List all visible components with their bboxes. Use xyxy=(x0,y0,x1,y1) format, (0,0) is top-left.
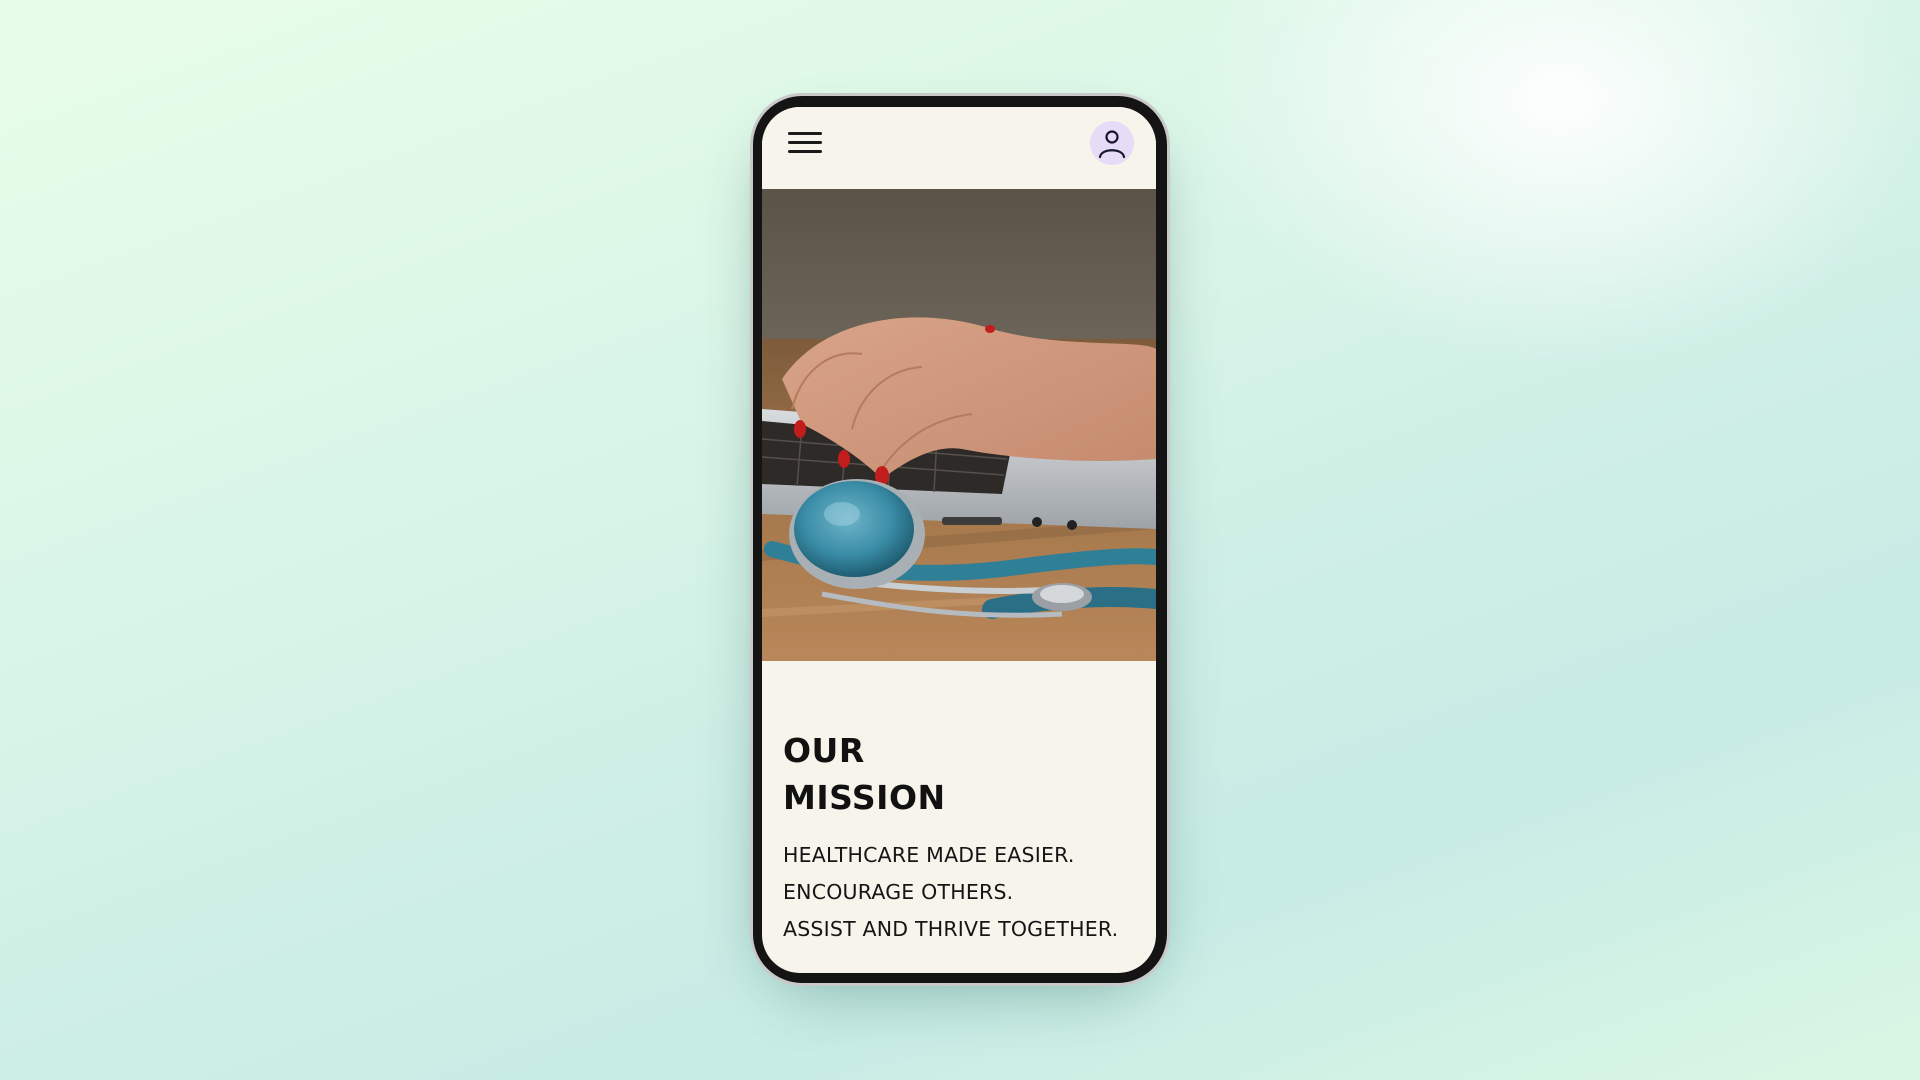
mission-line: ASSIST AND THRIVE TOGETHER. xyxy=(783,917,1119,941)
phone-screen: OUR MISSION HEALTHCARE MADE EASIER. ENCO… xyxy=(762,107,1156,973)
app-header xyxy=(762,107,1156,189)
hamburger-menu-icon[interactable] xyxy=(788,129,824,159)
mission-title: OUR MISSION xyxy=(783,727,1083,821)
mission-statement: HEALTHCARE MADE EASIER. ENCOURAGE OTHERS… xyxy=(783,837,1143,948)
user-avatar-icon[interactable] xyxy=(1090,121,1134,165)
mission-title-line-1: OUR xyxy=(783,731,865,770)
hero-image xyxy=(762,189,1156,661)
mission-line: ENCOURAGE OTHERS. xyxy=(783,880,1014,904)
mission-title-line-2: MISSION xyxy=(783,778,946,817)
mission-line: HEALTHCARE MADE EASIER. xyxy=(783,843,1075,867)
